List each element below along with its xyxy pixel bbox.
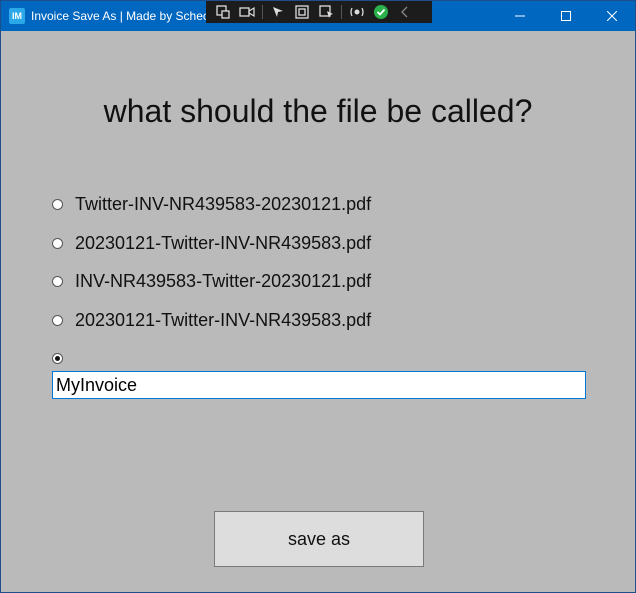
- radio-button[interactable]: [52, 237, 63, 249]
- display-layout-adorners-icon[interactable]: [293, 3, 311, 21]
- radio-button[interactable]: [52, 275, 63, 287]
- filename-option-4[interactable]: 20230121-Twitter-INV-NR439583.pdf: [52, 308, 371, 332]
- title-bar[interactable]: IM Invoice Save As | Made by Schech: [1, 1, 635, 31]
- close-button[interactable]: [589, 1, 635, 31]
- option-label[interactable]: 20230121-Twitter-INV-NR439583.pdf: [75, 233, 371, 254]
- binding-check-icon[interactable]: [372, 3, 390, 21]
- toolbar-separator: [262, 5, 263, 19]
- minimize-button[interactable]: [497, 1, 543, 31]
- debug-overlay-toolbar: [206, 1, 432, 23]
- filename-option-1[interactable]: Twitter-INV-NR439583-20230121.pdf: [52, 192, 371, 216]
- window-controls: [497, 1, 635, 31]
- maximize-button[interactable]: [543, 1, 589, 31]
- select-element-icon[interactable]: [269, 3, 287, 21]
- record-icon[interactable]: [238, 3, 256, 21]
- live-visual-tree-icon[interactable]: [214, 3, 232, 21]
- app-window: IM Invoice Save As | Made by Schech what…: [0, 0, 636, 593]
- radio-button-selected[interactable]: [52, 352, 63, 364]
- filename-option-3[interactable]: INV-NR439583-Twitter-20230121.pdf: [52, 269, 371, 293]
- collapse-toolbar-icon[interactable]: [396, 3, 414, 21]
- custom-filename-input[interactable]: [52, 371, 586, 399]
- hot-reload-icon[interactable]: [348, 3, 366, 21]
- track-focus-icon[interactable]: [317, 3, 335, 21]
- option-label[interactable]: INV-NR439583-Twitter-20230121.pdf: [75, 271, 371, 292]
- minimize-icon: [515, 15, 525, 17]
- window-title: Invoice Save As | Made by Schech: [31, 9, 216, 23]
- option-label[interactable]: 20230121-Twitter-INV-NR439583.pdf: [75, 310, 371, 331]
- toolbar-separator: [341, 5, 342, 19]
- radio-button[interactable]: [52, 198, 63, 210]
- radio-button[interactable]: [52, 314, 63, 326]
- custom-filename-option[interactable]: [52, 346, 63, 370]
- close-icon: [607, 11, 617, 21]
- maximize-icon: [561, 11, 571, 21]
- page-heading: what should the file be called?: [103, 93, 533, 129]
- filename-option-2[interactable]: 20230121-Twitter-INV-NR439583.pdf: [52, 231, 371, 255]
- save-as-button[interactable]: save as: [214, 511, 424, 567]
- option-label[interactable]: Twitter-INV-NR439583-20230121.pdf: [75, 194, 371, 215]
- app-logo-icon: IM: [9, 8, 25, 24]
